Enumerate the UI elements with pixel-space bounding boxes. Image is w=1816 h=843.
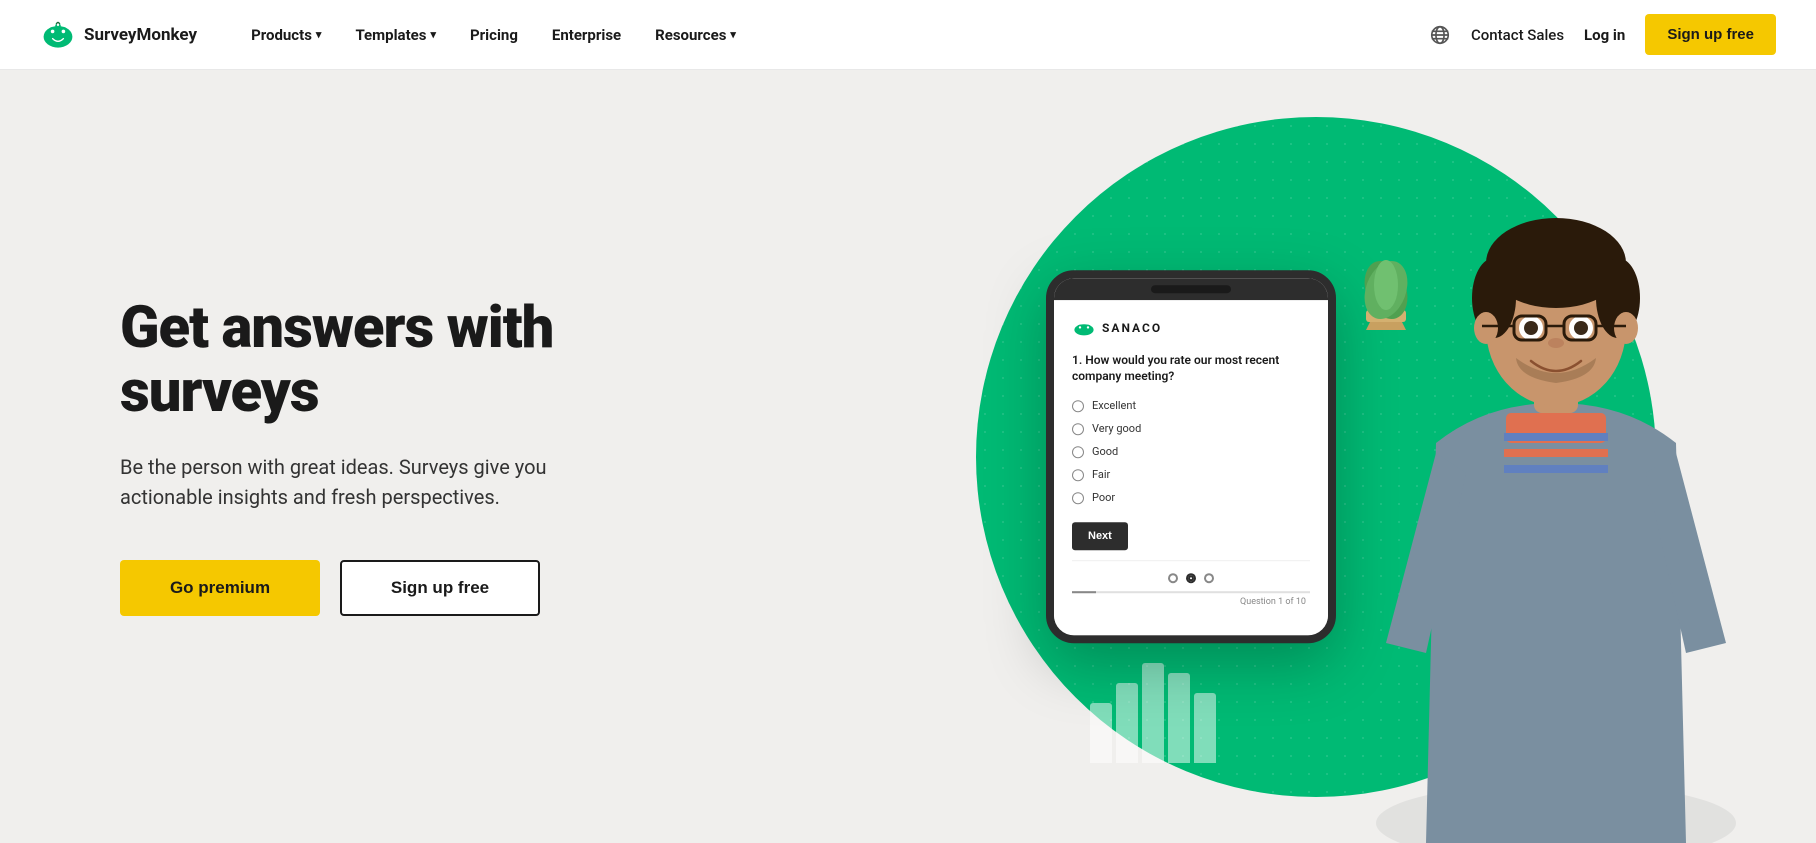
phone-mockup: SANACO 1. How would you rate our most re… — [1046, 270, 1336, 644]
hero-signup-button[interactable]: Sign up free — [340, 560, 540, 616]
signup-button[interactable]: Sign up free — [1645, 14, 1776, 55]
option-label-2: Very good — [1092, 422, 1141, 435]
phone-progress-text: Question 1 of 10 — [1072, 597, 1310, 615]
hero-visual: SANACO 1. How would you rate our most re… — [956, 70, 1816, 843]
chevron-down-icon: ▾ — [316, 28, 322, 41]
dot-3 — [1204, 573, 1214, 583]
contact-sales-link[interactable]: Contact Sales — [1471, 26, 1564, 44]
nav-enterprise[interactable]: Enterprise — [538, 18, 635, 52]
phone-progress-bar — [1072, 591, 1096, 593]
radio-fair[interactable] — [1072, 469, 1084, 481]
phone-option-2: Very good — [1072, 422, 1310, 435]
hero-buttons: Go premium Sign up free — [120, 560, 670, 616]
radio-excellent[interactable] — [1072, 400, 1084, 412]
phone-option-4: Fair — [1072, 468, 1310, 481]
radio-good[interactable] — [1072, 446, 1084, 458]
dot-2 — [1186, 573, 1196, 583]
option-label-5: Poor — [1092, 491, 1115, 504]
nav-templates[interactable]: Templates ▾ — [341, 18, 450, 52]
plant-svg — [1346, 230, 1426, 330]
phone-progress-bar-wrap — [1072, 591, 1310, 593]
option-label-1: Excellent — [1092, 399, 1136, 412]
bar-1 — [1090, 703, 1112, 763]
logo-link[interactable]: SurveyMonkey — [40, 17, 197, 53]
radio-poor[interactable] — [1072, 492, 1084, 504]
nav-pricing-label: Pricing — [470, 26, 518, 44]
option-label-4: Fair — [1092, 468, 1110, 481]
login-button[interactable]: Log in — [1584, 26, 1625, 44]
globe-icon[interactable] — [1429, 24, 1451, 46]
nav-enterprise-label: Enterprise — [552, 26, 621, 44]
phone-next-button[interactable]: Next — [1072, 522, 1128, 550]
nav-resources[interactable]: Resources ▾ — [641, 18, 750, 52]
go-premium-button[interactable]: Go premium — [120, 560, 320, 616]
nav-links: Products ▾ Templates ▾ Pricing Enterpris… — [237, 18, 1429, 52]
plant-decoration — [1346, 230, 1446, 330]
phone-option-1: Excellent — [1072, 399, 1310, 412]
nav-products[interactable]: Products ▾ — [237, 18, 335, 52]
chevron-down-icon: ▾ — [430, 28, 436, 41]
phone-company-logo: SANACO — [1072, 320, 1310, 336]
nav-right: Contact Sales Log in Sign up free — [1429, 14, 1776, 55]
phone-logo-icon — [1072, 320, 1096, 336]
chevron-down-icon: ▾ — [730, 28, 736, 41]
nav-pricing[interactable]: Pricing — [456, 18, 532, 52]
bar-2 — [1116, 683, 1138, 763]
phone-content: SANACO 1. How would you rate our most re… — [1054, 300, 1328, 636]
logo-icon — [40, 17, 76, 53]
radio-verygood[interactable] — [1072, 423, 1084, 435]
bar-5 — [1194, 693, 1216, 763]
brand-name: SurveyMonkey — [84, 25, 197, 45]
hero-section: Get answers with surveys Be the person w… — [0, 70, 1816, 843]
phone-option-3: Good — [1072, 445, 1310, 458]
phone-notch-bar — [1151, 285, 1231, 293]
phone-notch — [1054, 278, 1328, 300]
nav-resources-label: Resources — [655, 26, 726, 44]
main-nav: SurveyMonkey Products ▾ Templates ▾ Pric… — [0, 0, 1816, 70]
bar-4 — [1168, 673, 1190, 763]
dot-1 — [1168, 573, 1178, 583]
option-label-3: Good — [1092, 445, 1118, 458]
hero-title: Get answers with surveys — [120, 297, 670, 425]
phone-company-name: SANACO — [1102, 321, 1162, 335]
phone-dots — [1072, 560, 1310, 591]
phone-question: 1. How would you rate our most recent co… — [1072, 352, 1310, 386]
hero-content: Get answers with surveys Be the person w… — [120, 297, 670, 617]
hero-subtitle: Be the person with great ideas. Surveys … — [120, 452, 580, 512]
nav-products-label: Products — [251, 26, 312, 44]
phone-option-5: Poor — [1072, 491, 1310, 504]
bar-chart — [1090, 663, 1216, 763]
bar-3 — [1142, 663, 1164, 763]
nav-templates-label: Templates — [355, 26, 426, 44]
